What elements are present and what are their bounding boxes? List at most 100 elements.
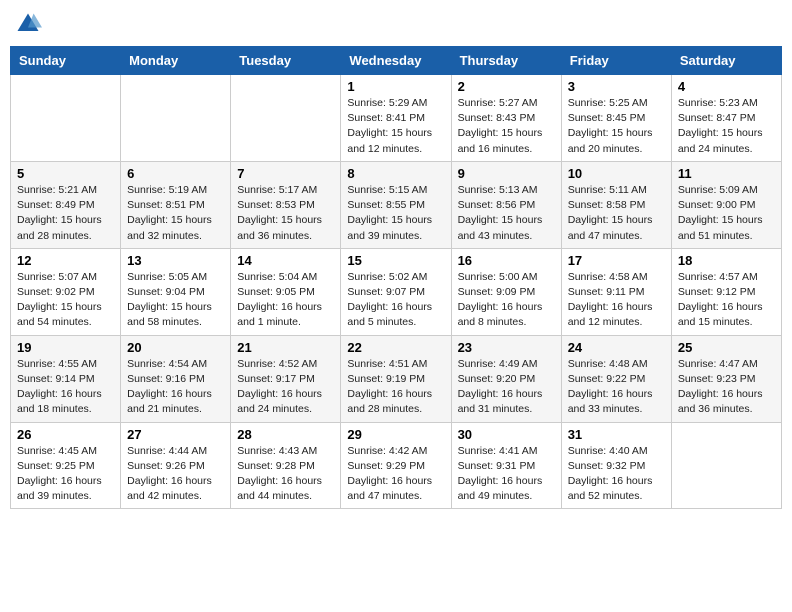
- day-number: 10: [568, 166, 665, 181]
- day-info: Sunrise: 5:27 AMSunset: 8:43 PMDaylight:…: [458, 96, 555, 157]
- week-row-2: 5 Sunrise: 5:21 AMSunset: 8:49 PMDaylight…: [11, 161, 782, 248]
- column-header-tuesday: Tuesday: [231, 47, 341, 75]
- day-cell: 16 Sunrise: 5:00 AMSunset: 9:09 PMDayligh…: [451, 248, 561, 335]
- day-info: Sunrise: 5:23 AMSunset: 8:47 PMDaylight:…: [678, 96, 775, 157]
- day-info: Sunrise: 5:00 AMSunset: 9:09 PMDaylight:…: [458, 270, 555, 331]
- day-info: Sunrise: 5:13 AMSunset: 8:56 PMDaylight:…: [458, 183, 555, 244]
- day-cell: 14 Sunrise: 5:04 AMSunset: 9:05 PMDayligh…: [231, 248, 341, 335]
- day-number: 27: [127, 427, 224, 442]
- day-cell: 2 Sunrise: 5:27 AMSunset: 8:43 PMDaylight…: [451, 75, 561, 162]
- day-info: Sunrise: 5:05 AMSunset: 9:04 PMDaylight:…: [127, 270, 224, 331]
- page-header: [10, 10, 782, 38]
- day-number: 9: [458, 166, 555, 181]
- day-cell: 8 Sunrise: 5:15 AMSunset: 8:55 PMDaylight…: [341, 161, 451, 248]
- day-number: 13: [127, 253, 224, 268]
- day-number: 5: [17, 166, 114, 181]
- week-row-4: 19 Sunrise: 4:55 AMSunset: 9:14 PMDayligh…: [11, 335, 782, 422]
- day-number: 18: [678, 253, 775, 268]
- day-info: Sunrise: 4:45 AMSunset: 9:25 PMDaylight:…: [17, 444, 114, 505]
- column-header-sunday: Sunday: [11, 47, 121, 75]
- day-info: Sunrise: 5:04 AMSunset: 9:05 PMDaylight:…: [237, 270, 334, 331]
- day-info: Sunrise: 4:43 AMSunset: 9:28 PMDaylight:…: [237, 444, 334, 505]
- day-number: 30: [458, 427, 555, 442]
- column-header-wednesday: Wednesday: [341, 47, 451, 75]
- day-number: 14: [237, 253, 334, 268]
- day-info: Sunrise: 4:44 AMSunset: 9:26 PMDaylight:…: [127, 444, 224, 505]
- day-info: Sunrise: 5:11 AMSunset: 8:58 PMDaylight:…: [568, 183, 665, 244]
- day-cell: 29 Sunrise: 4:42 AMSunset: 9:29 PMDayligh…: [341, 422, 451, 509]
- day-cell: [671, 422, 781, 509]
- week-row-3: 12Sunrise: 5:07 AMSunset: 9:02 PMDayligh…: [11, 248, 782, 335]
- day-info: Sunrise: 4:49 AMSunset: 9:20 PMDaylight:…: [458, 357, 555, 418]
- day-number: 2: [458, 79, 555, 94]
- week-row-5: 26Sunrise: 4:45 AMSunset: 9:25 PMDayligh…: [11, 422, 782, 509]
- day-number: 4: [678, 79, 775, 94]
- day-info: Sunrise: 4:52 AMSunset: 9:17 PMDaylight:…: [237, 357, 334, 418]
- day-cell: 28 Sunrise: 4:43 AMSunset: 9:28 PMDayligh…: [231, 422, 341, 509]
- day-info: Sunrise: 4:54 AMSunset: 9:16 PMDaylight:…: [127, 357, 224, 418]
- day-info: Sunrise: 4:51 AMSunset: 9:19 PMDaylight:…: [347, 357, 444, 418]
- day-cell: 24 Sunrise: 4:48 AMSunset: 9:22 PMDayligh…: [561, 335, 671, 422]
- day-cell: 10 Sunrise: 5:11 AMSunset: 8:58 PMDayligh…: [561, 161, 671, 248]
- day-number: 6: [127, 166, 224, 181]
- day-number: 29: [347, 427, 444, 442]
- day-info: Sunrise: 5:19 AMSunset: 8:51 PMDaylight:…: [127, 183, 224, 244]
- day-number: 7: [237, 166, 334, 181]
- day-cell: 25 Sunrise: 4:47 AMSunset: 9:23 PMDayligh…: [671, 335, 781, 422]
- day-number: 31: [568, 427, 665, 442]
- day-number: 16: [458, 253, 555, 268]
- day-info: Sunrise: 5:29 AMSunset: 8:41 PMDaylight:…: [347, 96, 444, 157]
- day-info: Sunrise: 4:41 AMSunset: 9:31 PMDaylight:…: [458, 444, 555, 505]
- day-cell: 3Sunrise: 5:25 AMSunset: 8:45 PMDaylight…: [561, 75, 671, 162]
- day-cell: [121, 75, 231, 162]
- day-info: Sunrise: 4:55 AMSunset: 9:14 PMDaylight:…: [17, 357, 114, 418]
- day-cell: 21 Sunrise: 4:52 AMSunset: 9:17 PMDayligh…: [231, 335, 341, 422]
- column-header-friday: Friday: [561, 47, 671, 75]
- day-number: 23: [458, 340, 555, 355]
- day-number: 22: [347, 340, 444, 355]
- day-number: 11: [678, 166, 775, 181]
- day-info: Sunrise: 4:42 AMSunset: 9:29 PMDaylight:…: [347, 444, 444, 505]
- day-cell: 30 Sunrise: 4:41 AMSunset: 9:31 PMDayligh…: [451, 422, 561, 509]
- day-cell: 22 Sunrise: 4:51 AMSunset: 9:19 PMDayligh…: [341, 335, 451, 422]
- calendar-table: SundayMondayTuesdayWednesdayThursdayFrid…: [10, 46, 782, 509]
- day-number: 20: [127, 340, 224, 355]
- day-info: Sunrise: 4:40 AMSunset: 9:32 PMDaylight:…: [568, 444, 665, 505]
- day-cell: 15Sunrise: 5:02 AMSunset: 9:07 PMDayligh…: [341, 248, 451, 335]
- day-number: 8: [347, 166, 444, 181]
- day-cell: 4 Sunrise: 5:23 AMSunset: 8:47 PMDaylight…: [671, 75, 781, 162]
- day-info: Sunrise: 5:07 AMSunset: 9:02 PMDaylight:…: [17, 270, 114, 331]
- day-number: 15: [347, 253, 444, 268]
- day-cell: 1 Sunrise: 5:29 AMSunset: 8:41 PMDaylight…: [341, 75, 451, 162]
- day-cell: [231, 75, 341, 162]
- day-number: 1: [347, 79, 444, 94]
- day-cell: 26Sunrise: 4:45 AMSunset: 9:25 PMDayligh…: [11, 422, 121, 509]
- day-cell: 27 Sunrise: 4:44 AMSunset: 9:26 PMDayligh…: [121, 422, 231, 509]
- day-cell: 9 Sunrise: 5:13 AMSunset: 8:56 PMDaylight…: [451, 161, 561, 248]
- day-info: Sunrise: 4:47 AMSunset: 9:23 PMDaylight:…: [678, 357, 775, 418]
- day-info: Sunrise: 4:48 AMSunset: 9:22 PMDaylight:…: [568, 357, 665, 418]
- day-cell: 20 Sunrise: 4:54 AMSunset: 9:16 PMDayligh…: [121, 335, 231, 422]
- column-header-monday: Monday: [121, 47, 231, 75]
- day-info: Sunrise: 5:09 AMSunset: 9:00 PMDaylight:…: [678, 183, 775, 244]
- day-info: Sunrise: 5:15 AMSunset: 8:55 PMDaylight:…: [347, 183, 444, 244]
- day-number: 24: [568, 340, 665, 355]
- day-cell: 12Sunrise: 5:07 AMSunset: 9:02 PMDayligh…: [11, 248, 121, 335]
- logo: [14, 10, 46, 38]
- day-cell: 19 Sunrise: 4:55 AMSunset: 9:14 PMDayligh…: [11, 335, 121, 422]
- day-cell: 7Sunrise: 5:17 AMSunset: 8:53 PMDaylight…: [231, 161, 341, 248]
- day-info: Sunrise: 4:58 AMSunset: 9:11 PMDaylight:…: [568, 270, 665, 331]
- day-number: 21: [237, 340, 334, 355]
- day-number: 25: [678, 340, 775, 355]
- day-number: 19: [17, 340, 114, 355]
- day-info: Sunrise: 5:21 AMSunset: 8:49 PMDaylight:…: [17, 183, 114, 244]
- day-cell: [11, 75, 121, 162]
- day-number: 3: [568, 79, 665, 94]
- day-cell: 31 Sunrise: 4:40 AMSunset: 9:32 PMDayligh…: [561, 422, 671, 509]
- day-number: 28: [237, 427, 334, 442]
- day-cell: 5 Sunrise: 5:21 AMSunset: 8:49 PMDaylight…: [11, 161, 121, 248]
- day-cell: 13 Sunrise: 5:05 AMSunset: 9:04 PMDayligh…: [121, 248, 231, 335]
- column-header-saturday: Saturday: [671, 47, 781, 75]
- day-cell: 18Sunrise: 4:57 AMSunset: 9:12 PMDayligh…: [671, 248, 781, 335]
- day-cell: 23 Sunrise: 4:49 AMSunset: 9:20 PMDayligh…: [451, 335, 561, 422]
